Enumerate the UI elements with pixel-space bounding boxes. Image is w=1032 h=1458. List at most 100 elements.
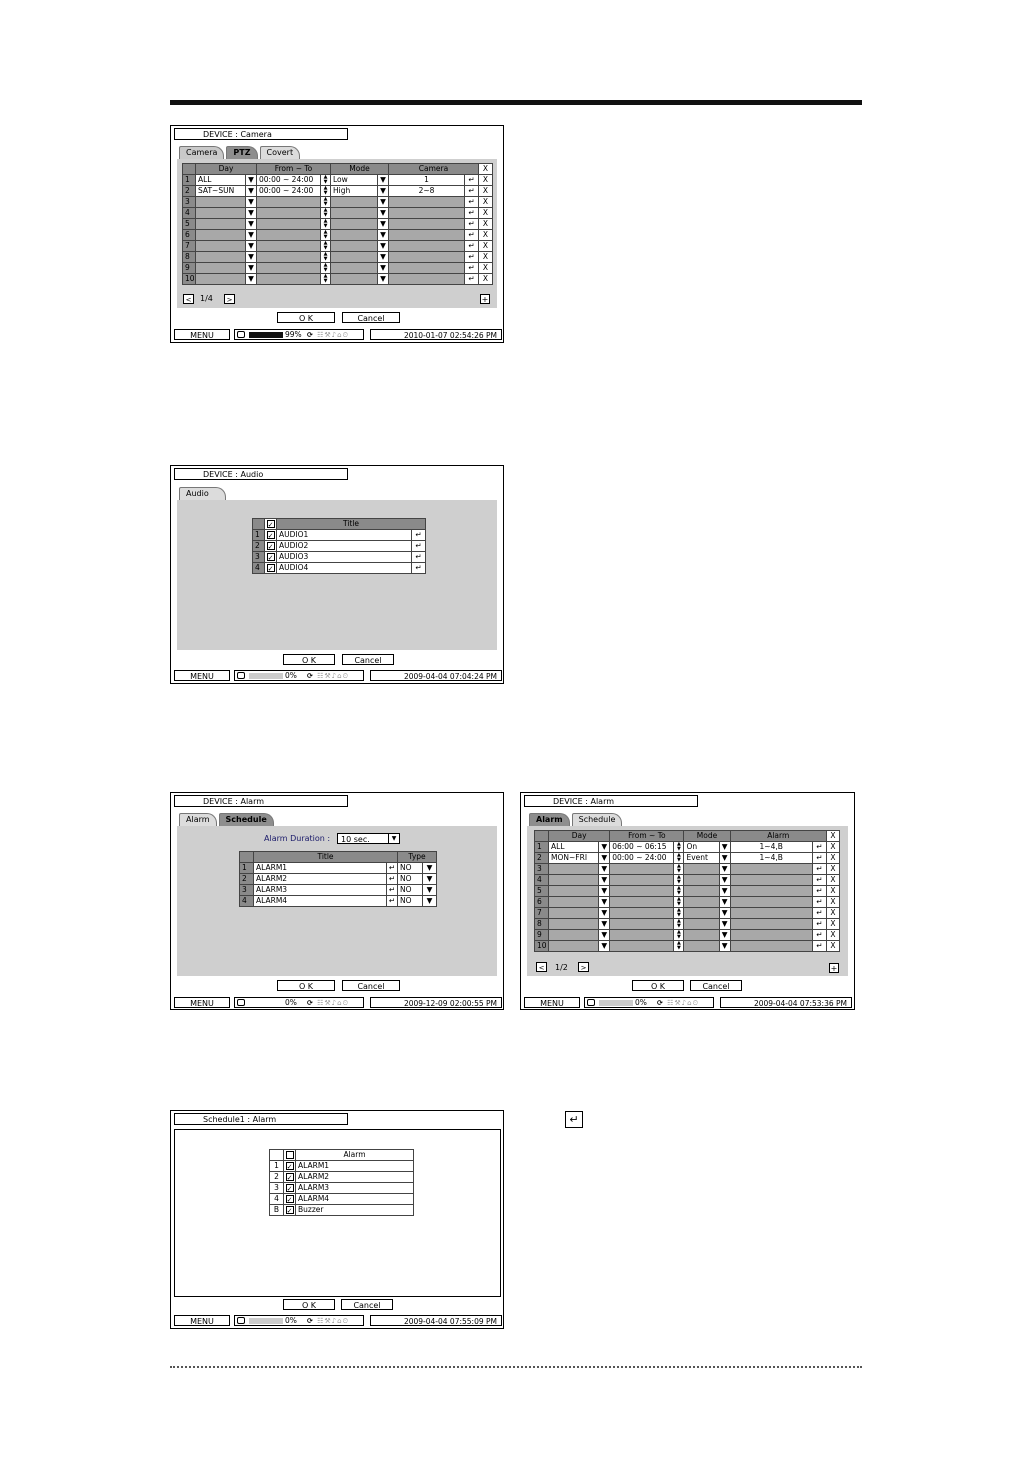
enter-icon[interactable]: ↵ (811, 885, 827, 897)
delete-row-button[interactable]: X (478, 251, 493, 263)
delete-row-button[interactable]: X (478, 196, 493, 208)
chevron-down-icon[interactable]: ▼ (377, 218, 389, 230)
enter-icon[interactable]: ↵ (464, 174, 479, 186)
chevron-down-icon[interactable]: ▼ (245, 273, 257, 285)
mode-select[interactable] (683, 929, 720, 941)
tab-covert[interactable]: Covert (259, 146, 301, 159)
alarm-type-select[interactable]: NO (397, 895, 424, 907)
chevron-down-icon[interactable]: ▼ (718, 863, 731, 875)
day-select[interactable] (195, 218, 246, 230)
time-spinner[interactable]: ▲ ▼ (320, 174, 331, 186)
delete-row-button[interactable]: X (478, 240, 493, 252)
day-select[interactable]: ALL (195, 174, 246, 186)
enter-icon[interactable]: ↵ (410, 551, 427, 563)
time-range[interactable] (609, 940, 675, 952)
time-spinner[interactable]: ▲ ▼ (673, 940, 685, 952)
time-range[interactable]: 00:00 ~ 24:00 (256, 174, 321, 186)
enter-icon[interactable]: ↵ (811, 841, 827, 853)
delete-row-button[interactable]: X (825, 874, 841, 886)
chevron-down-icon[interactable]: ▼ (245, 196, 257, 208)
enter-icon[interactable]: ↵ (811, 896, 827, 908)
row-checkbox[interactable]: ✓ (264, 562, 277, 574)
chevron-down-icon[interactable]: ▼ (598, 841, 611, 853)
row-checkbox[interactable]: ✓ (264, 540, 277, 552)
time-spinner[interactable]: ▲ ▼ (673, 863, 685, 875)
time-range[interactable]: 00:00 ~ 24:00 (256, 185, 321, 197)
tab-schedule[interactable]: Schedule (571, 813, 623, 826)
mode-select[interactable] (330, 262, 378, 274)
day-select[interactable] (548, 863, 600, 875)
time-range[interactable] (609, 929, 675, 941)
time-range[interactable] (609, 863, 675, 875)
chevron-down-icon[interactable]: ▼ (598, 885, 611, 897)
day-select[interactable] (195, 240, 246, 252)
time-range[interactable] (256, 262, 321, 274)
delete-row-button[interactable]: X (478, 207, 493, 219)
day-select[interactable] (195, 273, 246, 285)
enter-icon[interactable]: ↵ (811, 863, 827, 875)
day-select[interactable] (548, 874, 600, 886)
row-checkbox[interactable]: ✓ (283, 1182, 296, 1194)
chevron-down-icon[interactable]: ▼ (377, 262, 389, 274)
chevron-down-icon[interactable]: ▼ (598, 896, 611, 908)
mode-select[interactable]: On (683, 841, 720, 853)
delete-row-button[interactable]: X (825, 885, 841, 897)
delete-all-button[interactable]: X (825, 830, 841, 842)
enter-icon[interactable]: ↵ (811, 940, 827, 952)
chevron-down-icon[interactable]: ▼ (718, 885, 731, 897)
chevron-down-icon[interactable]: ▼ (718, 929, 731, 941)
chevron-down-icon[interactable]: ▼ (422, 895, 438, 907)
time-spinner[interactable]: ▲ ▼ (320, 240, 331, 252)
enter-icon[interactable]: ↵ (464, 218, 479, 230)
time-range[interactable] (256, 240, 321, 252)
select-all-checkbox[interactable] (283, 1149, 296, 1161)
enter-icon[interactable]: ↵ (811, 918, 827, 930)
cancel-button[interactable]: Cancel (341, 1299, 393, 1310)
cancel-button[interactable]: Cancel (690, 980, 742, 991)
row-checkbox[interactable]: ✓ (283, 1204, 296, 1216)
time-range[interactable] (609, 874, 675, 886)
day-select[interactable] (195, 262, 246, 274)
day-select[interactable] (195, 229, 246, 241)
chevron-down-icon[interactable]: ▼ (377, 273, 389, 285)
mode-select[interactable] (330, 196, 378, 208)
mode-select[interactable] (330, 251, 378, 263)
time-range[interactable]: 06:00 ~ 06:15 (609, 841, 675, 853)
mode-select[interactable] (683, 940, 720, 952)
chevron-down-icon[interactable]: ▼ (377, 229, 389, 241)
alarm-duration-select[interactable]: 10 sec. ▼ (337, 833, 400, 844)
menu-button[interactable]: MENU (174, 329, 230, 340)
day-select[interactable] (195, 196, 246, 208)
day-select[interactable] (548, 918, 600, 930)
enter-icon[interactable]: ↵ (811, 907, 827, 919)
chevron-down-icon[interactable]: ▼ (718, 841, 731, 853)
day-select[interactable]: MON~FRI (548, 852, 600, 864)
chevron-down-icon[interactable]: ▼ (245, 207, 257, 219)
mode-select[interactable]: Event (683, 852, 720, 864)
day-select[interactable] (548, 940, 600, 952)
mode-select[interactable] (330, 273, 378, 285)
tab-schedule[interactable]: Schedule (218, 813, 274, 826)
add-row-button[interactable]: + (829, 963, 839, 973)
day-select[interactable] (548, 896, 600, 908)
mode-select[interactable] (683, 874, 720, 886)
menu-button[interactable]: MENU (174, 1315, 230, 1326)
time-spinner[interactable]: ▲ ▼ (673, 885, 685, 897)
chevron-down-icon[interactable]: ▼ (598, 940, 611, 952)
time-range[interactable] (256, 229, 321, 241)
mode-select[interactable]: Low (330, 174, 378, 186)
time-spinner[interactable]: ▲ ▼ (673, 852, 685, 864)
delete-row-button[interactable]: X (478, 229, 493, 241)
chevron-down-icon[interactable]: ▼ (377, 174, 389, 186)
alarm-type-select[interactable]: NO (397, 873, 424, 885)
time-spinner[interactable]: ▲ ▼ (673, 896, 685, 908)
time-spinner[interactable]: ▲ ▼ (320, 196, 331, 208)
alarm-type-select[interactable]: NO (397, 862, 424, 874)
chevron-down-icon[interactable]: ▼ (245, 218, 257, 230)
chevron-down-icon[interactable]: ▼ (377, 251, 389, 263)
chevron-down-icon[interactable]: ▼ (598, 929, 611, 941)
time-spinner[interactable]: ▲ ▼ (673, 907, 685, 919)
mode-select[interactable]: High (330, 185, 378, 197)
next-page-button[interactable]: > (578, 962, 589, 972)
chevron-down-icon[interactable]: ▼ (422, 873, 438, 885)
